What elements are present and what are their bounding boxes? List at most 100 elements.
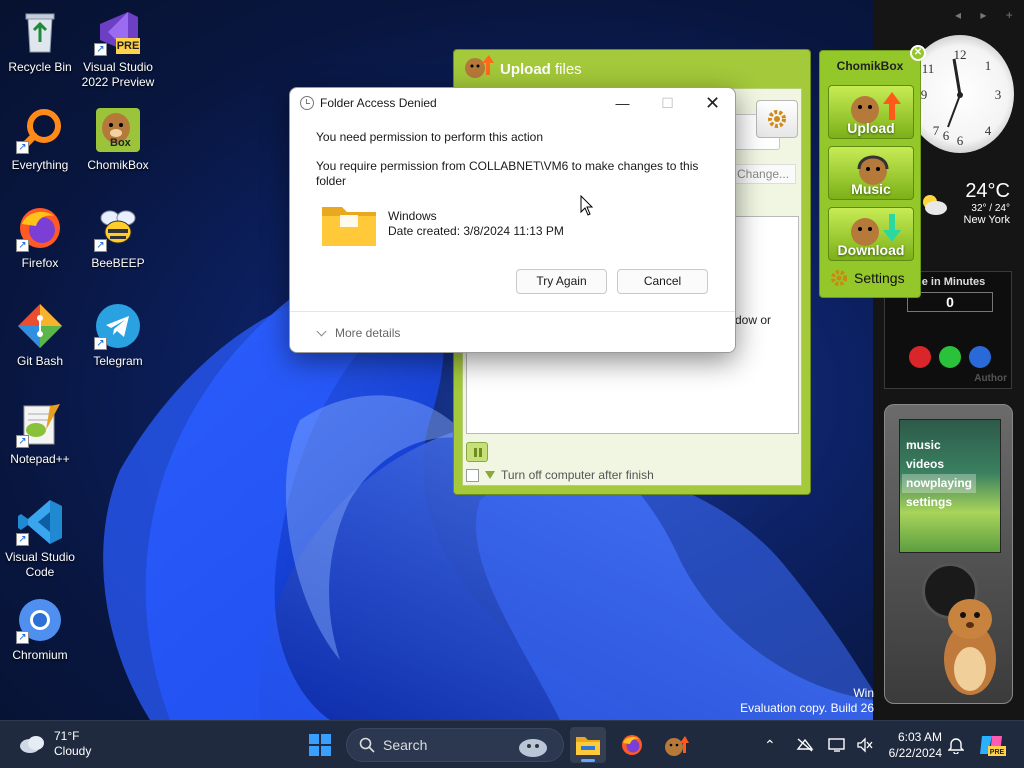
taskbar: 71°F Cloudy Search ⌃ 6:03 AM 6/22/2024 P… (0, 720, 1024, 768)
upload-settings-button[interactable] (756, 100, 798, 138)
turn-off-option[interactable]: Turn off computer after finish (466, 468, 654, 482)
sun-cloud-icon (923, 195, 947, 215)
music-hamster-icon (857, 155, 889, 185)
turn-off-checkbox[interactable] (466, 468, 479, 482)
taskbar-chomikbox[interactable] (658, 727, 694, 763)
display-status[interactable] (828, 721, 846, 768)
monitor-icon (828, 738, 845, 752)
chomikbox-download-button[interactable]: Download (828, 207, 914, 261)
svg-text:7: 7 (933, 123, 940, 138)
shortcut-arrow-icon: ↗ (16, 141, 29, 154)
gadget-close-button[interactable]: ✕ (910, 45, 926, 61)
dropdown-triangle-icon (485, 471, 495, 479)
weather-gadget[interactable]: 24°C 32° / 24° New York (920, 180, 1016, 240)
svg-text:9: 9 (921, 87, 928, 102)
folder-access-denied-dialog: Folder Access Denied — ☐ ✕ You need perm… (289, 87, 736, 353)
taskbar-clock[interactable]: 6:03 AM 6/22/2024 (880, 729, 942, 761)
watermark-line-2: Evaluation copy. Build 26 (740, 701, 874, 715)
taskbar-weather-condition: Cloudy (54, 744, 92, 758)
zune-menu-music[interactable]: music (906, 436, 976, 455)
upload-hamster-icon (462, 53, 494, 86)
zune-menu-settings[interactable]: settings (906, 493, 976, 512)
desktop-icon-label: Chromium (12, 648, 68, 662)
cancel-button[interactable]: Cancel (617, 269, 708, 294)
desktop-icon-label: Recycle Bin (8, 60, 72, 74)
zune-screen: music videos nowplaying settings (899, 419, 1001, 553)
taskbar-search-box[interactable]: Search (346, 728, 564, 762)
zune-menu-videos[interactable]: videos (906, 455, 976, 474)
upload-window-titlebar[interactable]: Upload files (454, 50, 810, 88)
desktop-icon-visual-studio-2022-preview[interactable]: PRE ↗ Visual Studio 2022 Preview (78, 8, 158, 90)
taskbar-firefox[interactable] (614, 727, 650, 763)
desktop-icon-visual-studio-code[interactable]: ↗ Visual Studio Code (0, 498, 80, 580)
taskbar-date: 6/22/2024 (888, 746, 942, 760)
svg-text:4: 4 (985, 123, 992, 138)
try-again-button[interactable]: Try Again (516, 269, 607, 294)
svg-text:6: 6 (957, 133, 964, 148)
desktop-icon-git-bash[interactable]: Git Bash (0, 302, 80, 369)
chomikbox-music-button[interactable]: Music (828, 146, 914, 200)
shortcut-arrow-icon: ↗ (94, 239, 107, 252)
lock-icon[interactable] (969, 346, 991, 368)
shortcut-arrow-icon: ↗ (94, 43, 107, 56)
shortcut-arrow-icon: ↗ (16, 533, 29, 546)
network-status[interactable] (796, 721, 814, 768)
chevron-down-icon (316, 326, 327, 336)
beebeep-bee-icon: ↗ (94, 204, 142, 252)
desktop-icon-telegram[interactable]: ↗ Telegram (78, 302, 158, 369)
desktop-icon-firefox[interactable]: ↗ Firefox (0, 204, 80, 271)
maximize-button[interactable]: ☐ (645, 88, 690, 118)
volume-status[interactable] (856, 721, 874, 768)
desktop-icon-chomikbox[interactable]: Box ChomikBox (78, 106, 158, 173)
chomikbox-hamster-icon (665, 736, 689, 756)
chomikbox-gadget: ChomikBox ✕ Upload Music Download Settin… (819, 45, 926, 298)
more-details-toggle[interactable]: More details (290, 311, 735, 352)
notepad-plus-plus-icon: ↗ (16, 400, 64, 448)
svg-text:1: 1 (985, 58, 992, 73)
folder-date-created: Date created: 3/8/2024 11:13 PM (388, 224, 564, 238)
chomikbox-hamster-icon: Box (94, 106, 142, 154)
change-button[interactable]: Change... (730, 164, 796, 184)
desktop-icon-beebeep[interactable]: ↗ BeeBEEP (78, 204, 158, 271)
pause-button[interactable] (466, 442, 488, 462)
folder-name: Windows (388, 209, 437, 223)
copilot-button[interactable]: PRE (978, 721, 1006, 768)
svg-text:6: 6 (943, 128, 950, 143)
power-icon[interactable] (909, 346, 931, 368)
chevron-up-icon: ⌃ (764, 736, 776, 753)
zune-menu-nowplaying[interactable]: nowplaying (902, 474, 976, 493)
shortcut-arrow-icon: ↗ (16, 631, 29, 644)
taskbar-file-explorer[interactable] (570, 727, 606, 763)
download-hamster-icon (851, 214, 901, 246)
close-button[interactable]: ✕ (690, 88, 735, 118)
search-placeholder: Search (383, 737, 428, 753)
desktop-icon-notepad-plus-plus[interactable]: ↗ Notepad++ (0, 400, 80, 467)
upload-hamster-icon (851, 92, 901, 124)
desktop-icon-chromium[interactable]: ↗ Chromium (0, 596, 80, 663)
chomikbox-upload-button[interactable]: Upload (828, 85, 914, 139)
svg-text:3: 3 (995, 87, 1002, 102)
notifications-button[interactable] (948, 721, 964, 768)
desktop-icon-recycle-bin[interactable]: Recycle Bin (0, 8, 80, 75)
dialog-message-secondary: You require permission from COLLABNET\VM… (316, 159, 699, 188)
telegram-icon: ↗ (94, 302, 142, 350)
chomikbox-settings-button[interactable]: Settings (830, 269, 905, 287)
restart-icon[interactable] (939, 346, 961, 368)
taskbar-weather-widget[interactable]: 71°F Cloudy (18, 729, 91, 759)
start-button[interactable] (302, 727, 338, 763)
search-highlight-icon (519, 739, 547, 757)
volume-muted-icon (857, 737, 873, 753)
desktop-icon-everything[interactable]: ↗ Everything (0, 106, 80, 173)
mouse-cursor-icon (580, 195, 594, 216)
show-hidden-icons-button[interactable]: ⌃ (764, 721, 776, 768)
upload-label: Upload (847, 120, 895, 136)
upload-window-title: Upload files (500, 60, 582, 78)
desktop-icon-label: Notepad++ (10, 452, 70, 466)
gadget-nav-arrows[interactable]: ◂ ▸ + (955, 8, 1021, 22)
git-bash-icon (16, 302, 64, 350)
download-label: Download (837, 242, 905, 258)
desktop-icon-label: Telegram (93, 354, 143, 368)
recycle-bin-icon (16, 8, 64, 56)
desktop-icon-label: Visual Studio 2022 Preview (81, 60, 155, 89)
minimize-button[interactable]: — (600, 88, 645, 118)
